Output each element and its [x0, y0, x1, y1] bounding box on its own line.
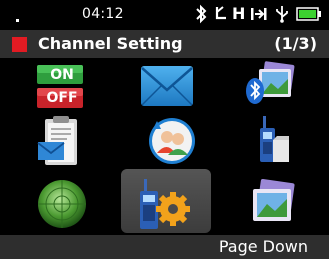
- title-bar: Channel Setting (1/3): [0, 30, 329, 58]
- usb-icon: [274, 4, 290, 24]
- softkey-bar: Page Down: [0, 235, 329, 259]
- radio-gear-icon: [140, 179, 190, 229]
- battery-icon: [296, 4, 322, 24]
- contacts-sync-item[interactable]: [147, 115, 229, 167]
- gallery-item[interactable]: [249, 179, 329, 231]
- contacts-sync-icon: [149, 118, 195, 164]
- envelope-icon: [141, 66, 193, 106]
- gps-icon: [212, 4, 228, 24]
- radio-settings-item[interactable]: [135, 177, 217, 229]
- h-indicator-icon: H: [232, 4, 246, 23]
- page-down-button[interactable]: Page Down: [219, 237, 308, 257]
- page-title: Channel Setting: [38, 34, 183, 53]
- on-label: ON: [50, 67, 74, 83]
- page-indicator: (1/3): [274, 34, 317, 53]
- radio-sim-icon: [260, 116, 289, 162]
- on-off-toggle-item[interactable]: ON OFF: [35, 64, 117, 116]
- status-time: 04:12: [82, 6, 124, 22]
- bluetooth-photo-icon: [246, 61, 295, 104]
- device-screen: 04:12 H Channel Setting (1/3) ON OFF Pag…: [0, 0, 329, 259]
- bluetooth-icon: [194, 4, 208, 24]
- radio-device-item[interactable]: [255, 114, 329, 166]
- photo-gallery-icon: [253, 179, 295, 221]
- signal-dot: [16, 19, 19, 22]
- clipboard-mail-icon: [37, 116, 77, 165]
- status-bar: 04:12 H: [0, 0, 329, 30]
- message-clipboard-item[interactable]: [35, 115, 117, 167]
- radar-item[interactable]: [35, 177, 117, 229]
- next-track-icon: [250, 4, 268, 24]
- off-label: OFF: [46, 90, 78, 106]
- title-accent-square: [12, 37, 27, 52]
- messages-item[interactable]: [139, 62, 221, 114]
- radar-icon: [38, 180, 86, 228]
- bluetooth-gallery-item[interactable]: [245, 61, 327, 113]
